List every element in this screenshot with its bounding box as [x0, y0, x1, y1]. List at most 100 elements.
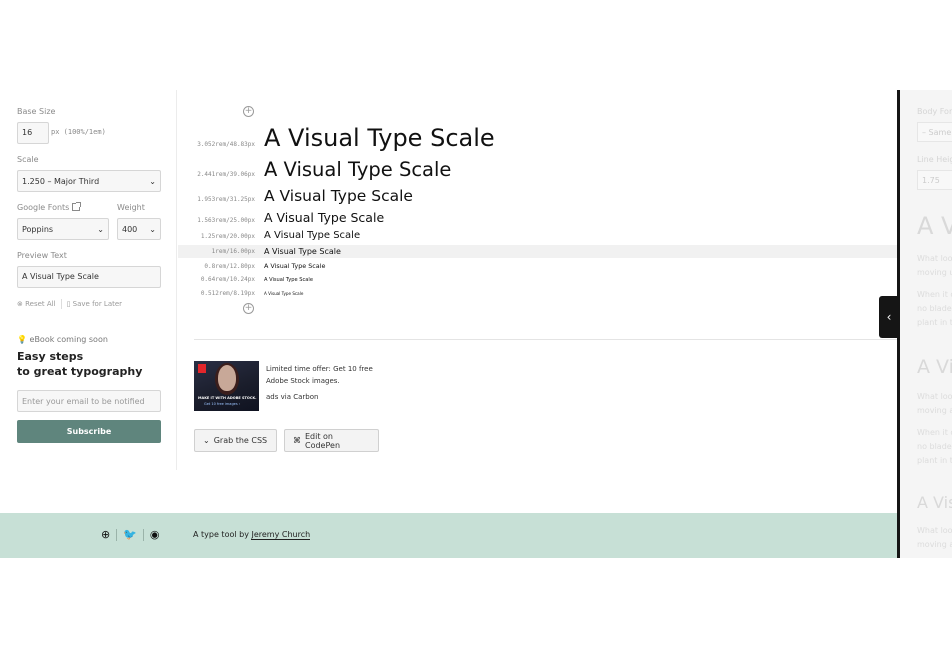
preview-paragraph-line: no blade	[917, 304, 952, 313]
preview-heading: A V	[917, 212, 952, 240]
plus-circle-icon[interactable]: +	[243, 303, 254, 314]
reset-all-link[interactable]: ⊗ Reset All	[17, 300, 56, 308]
type-scale-panel: + 3.052rem/48.83px A Visual Type Scale 2…	[178, 90, 898, 510]
scale-row-size: 1rem/16.00px	[211, 248, 255, 255]
footer-icons: ⊕ 🐦 ◉	[101, 528, 160, 541]
scale-row: 0.512rem/8.19px A Visual Type Scale	[178, 290, 898, 297]
twitter-icon[interactable]: 🐦	[123, 528, 137, 541]
ad-via-link[interactable]: ads via Carbon	[266, 393, 318, 401]
scale-row: 1.953rem/31.25px A Visual Type Scale	[178, 187, 898, 205]
grab-css-label: Grab the CSS	[213, 436, 268, 445]
scale-row: 1.563rem/25.00px A Visual Type Scale	[178, 210, 898, 225]
globe-icon[interactable]: ⊕	[101, 528, 110, 541]
ad-text-line1: Limited time offer: Get 10 free	[266, 365, 373, 373]
scale-row-sample: A Visual Type Scale	[264, 210, 385, 225]
reset-icon: ⊗	[17, 300, 23, 308]
preview-text-input[interactable]: A Visual Type Scale	[17, 266, 161, 288]
save-for-later-label: Save for Later	[72, 300, 123, 308]
chevron-down-icon: ⌄	[149, 176, 156, 186]
github-icon[interactable]: ◉	[150, 528, 160, 541]
base-size-hint: px (100%/1em)	[51, 128, 106, 136]
bookmark-icon: ▯	[66, 300, 71, 308]
scale-row-sample: A Visual Type Scale	[264, 247, 341, 256]
drawer-toggle-button[interactable]: ‹	[879, 296, 899, 338]
scale-row: 0.64rem/10.24px A Visual Type Scale	[178, 276, 898, 283]
scale-label: Scale	[17, 155, 39, 164]
chevron-down-icon: ⌄	[149, 224, 156, 234]
font-select[interactable]: Poppins ⌄	[17, 218, 109, 240]
author-link[interactable]: Jeremy Church	[251, 530, 311, 540]
weight-select[interactable]: 400 ⌄	[117, 218, 161, 240]
line-height-input[interactable]: 1.75	[917, 170, 952, 190]
preview-paragraph: When it c no blade plant in t	[917, 288, 952, 330]
save-for-later-link[interactable]: ▯ Save for Later	[67, 300, 122, 308]
footer-credit: A type tool by Jeremy Church	[193, 530, 311, 540]
scale-row: 1.25rem/20.00px A Visual Type Scale	[178, 230, 898, 241]
ad-image-text: MAKE IT WITH ADOBE STOCK.	[198, 396, 257, 400]
edit-on-codepen-button[interactable]: ⌘ Edit on CodePen	[284, 429, 379, 452]
email-field[interactable]: Enter your email to be notified	[17, 390, 161, 412]
scale-row-sample: A Visual Type Scale	[264, 230, 361, 241]
sidebar-links: ⊗ Reset All ▯ Save for Later	[17, 299, 122, 309]
preview-paragraph-line: moving u	[917, 268, 952, 277]
google-fonts-label[interactable]: Google Fonts	[17, 202, 82, 212]
plus-circle-icon[interactable]: +	[243, 106, 254, 117]
preview-paragraph-line: When it c	[917, 290, 952, 299]
scale-row-size: 0.512rem/8.19px	[200, 290, 255, 297]
scale-row-size: 2.441rem/39.06px	[197, 171, 255, 178]
scale-row: 2.441rem/39.06px A Visual Type Scale	[178, 158, 898, 181]
chevron-down-icon: ⌄	[203, 436, 210, 445]
preview-paragraph-line: What loo	[917, 392, 952, 401]
ebook-title-line1: Easy steps	[17, 350, 84, 363]
ebook-title-line2: to great typography	[17, 365, 143, 378]
preview-heading: A Vis	[917, 493, 952, 512]
scale-row-size: 1.953rem/31.25px	[197, 196, 255, 203]
ad-image-subtext: Get 10 free images ›	[204, 402, 241, 406]
preview-paragraph-line: When it c	[917, 428, 952, 437]
scale-row: 0.8rem/12.80px A Visual Type Scale	[178, 262, 898, 270]
base-size-input[interactable]: 16	[17, 122, 49, 144]
scale-row: 3.052rem/48.83px A Visual Type Scale	[178, 124, 898, 152]
scale-row-sample: A Visual Type Scale	[264, 187, 413, 205]
ad-text-line2: Adobe Stock images.	[266, 377, 340, 385]
scale-row-base: 1rem/16.00px A Visual Type Scale	[178, 245, 898, 258]
scale-row-size: 0.64rem/10.24px	[200, 276, 255, 283]
codepen-label: Edit on CodePen	[305, 431, 341, 450]
divider	[60, 299, 62, 309]
codepen-icon: ⌘	[293, 436, 301, 445]
ebook-label: 💡 eBook coming soon	[17, 335, 108, 344]
preview-paragraph-line: moving a	[917, 406, 952, 415]
scale-row-sample: A Visual Type Scale	[264, 158, 452, 181]
google-fonts-label-text: Google Fonts	[17, 203, 70, 212]
base-size-label: Base Size	[17, 107, 56, 116]
line-height-label: Line Heig	[917, 155, 952, 164]
weight-label: Weight	[117, 203, 145, 212]
preview-paragraph: What loo moving a	[917, 524, 952, 552]
preview-paragraph-line: moving a	[917, 540, 952, 549]
subscribe-button[interactable]: Subscribe	[17, 420, 161, 443]
preview-paragraph-line: plant in t	[917, 456, 952, 465]
ad-image[interactable]: MAKE IT WITH ADOBE STOCK. Get 10 free im…	[194, 361, 259, 411]
preview-paragraph-line: What loo	[917, 254, 952, 263]
chevron-down-icon: ⌄	[97, 224, 104, 234]
scale-row-size: 1.563rem/25.00px	[197, 217, 255, 224]
reset-all-label: Reset All	[25, 300, 56, 308]
chevron-left-icon: ‹	[886, 310, 892, 324]
preview-paragraph: When it c no blade plant in t	[917, 426, 952, 468]
footer-credit-prefix: A type tool by	[193, 530, 252, 539]
preview-paragraph-line: What loo	[917, 526, 952, 535]
scale-row-size: 1.25rem/20.00px	[200, 233, 255, 240]
preview-paragraph-line: plant in t	[917, 318, 952, 327]
scale-row-size: 0.8rem/12.80px	[204, 263, 255, 270]
grab-css-button[interactable]: ⌄ Grab the CSS	[194, 429, 277, 452]
app: Base Size 16 px (100%/1em) Scale 1.250 –…	[0, 90, 952, 558]
scale-row-sample: A Visual Type Scale	[264, 277, 313, 283]
ad-text[interactable]: Limited time offer: Get 10 free Adobe St…	[266, 363, 386, 387]
ad-face	[218, 365, 236, 391]
scale-select-value: 1.250 – Major Third	[22, 176, 100, 186]
scale-select[interactable]: 1.250 – Major Third ⌄	[17, 170, 161, 192]
divider	[142, 528, 144, 541]
preview-drawer: Body For – Same Line Heig 1.75 A V What …	[900, 90, 952, 558]
font-select-value: Poppins	[22, 224, 54, 234]
body-font-select[interactable]: – Same	[917, 122, 952, 142]
